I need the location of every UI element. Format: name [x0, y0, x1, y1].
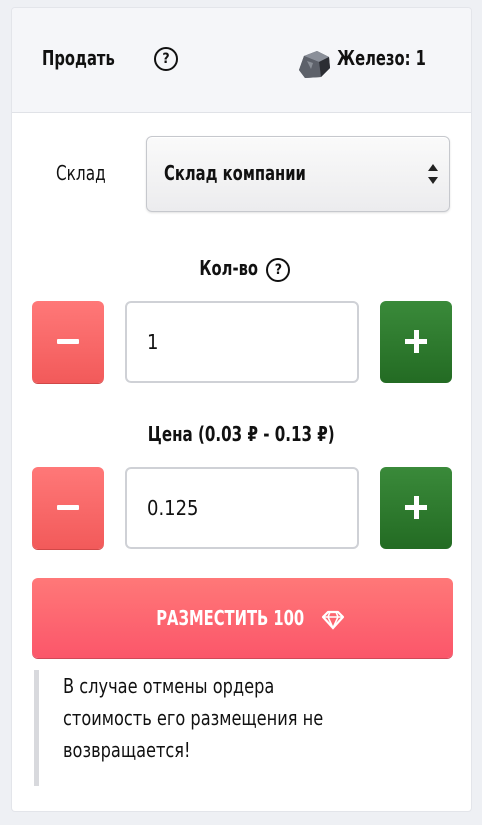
- select-arrows-icon: [428, 164, 438, 184]
- quantity-input[interactable]: [125, 301, 359, 383]
- price-label: Цена (0.03 ₽ - 0.13 ₽): [148, 422, 335, 446]
- quantity-label: Кол-во: [199, 256, 258, 280]
- panel-header: Продать ? Железо: 1: [12, 8, 471, 113]
- notice-line-1: В случае отмены ордера: [63, 674, 275, 698]
- help-icon[interactable]: ?: [154, 47, 178, 71]
- price-label-row: Цена (0.03 ₽ - 0.13 ₽): [12, 422, 471, 446]
- warehouse-selected-value: Склад компании: [164, 161, 306, 185]
- place-order-label: РАЗМЕСТИТЬ 100: [156, 606, 305, 630]
- diamond-icon: [321, 610, 344, 630]
- notice-line-3: возвращается!: [63, 738, 191, 762]
- cancellation-notice: В случае отмены ордера стоимость его раз…: [34, 670, 434, 786]
- place-order-button[interactable]: РАЗМЕСТИТЬ 100: [32, 578, 453, 658]
- warehouse-label: Склад: [56, 161, 106, 185]
- price-increase-button[interactable]: [380, 467, 452, 549]
- sell-panel: Продать ? Железо: 1 Склад Склад компании…: [12, 8, 471, 811]
- warehouse-select[interactable]: Склад компании: [146, 136, 450, 212]
- notice-line-2: стоимость его размещения не: [63, 706, 324, 730]
- quantity-increase-button[interactable]: [380, 301, 452, 383]
- resource-amount: Железо: 1: [337, 46, 426, 70]
- price-decrease-button[interactable]: [32, 467, 104, 549]
- iron-ore-icon: [299, 51, 330, 78]
- quantity-help-icon[interactable]: ?: [266, 257, 291, 282]
- price-input[interactable]: [125, 467, 359, 549]
- panel-title: Продать: [42, 46, 115, 70]
- quantity-decrease-button[interactable]: [32, 301, 104, 383]
- quantity-label-row: Кол-во ?: [12, 256, 471, 282]
